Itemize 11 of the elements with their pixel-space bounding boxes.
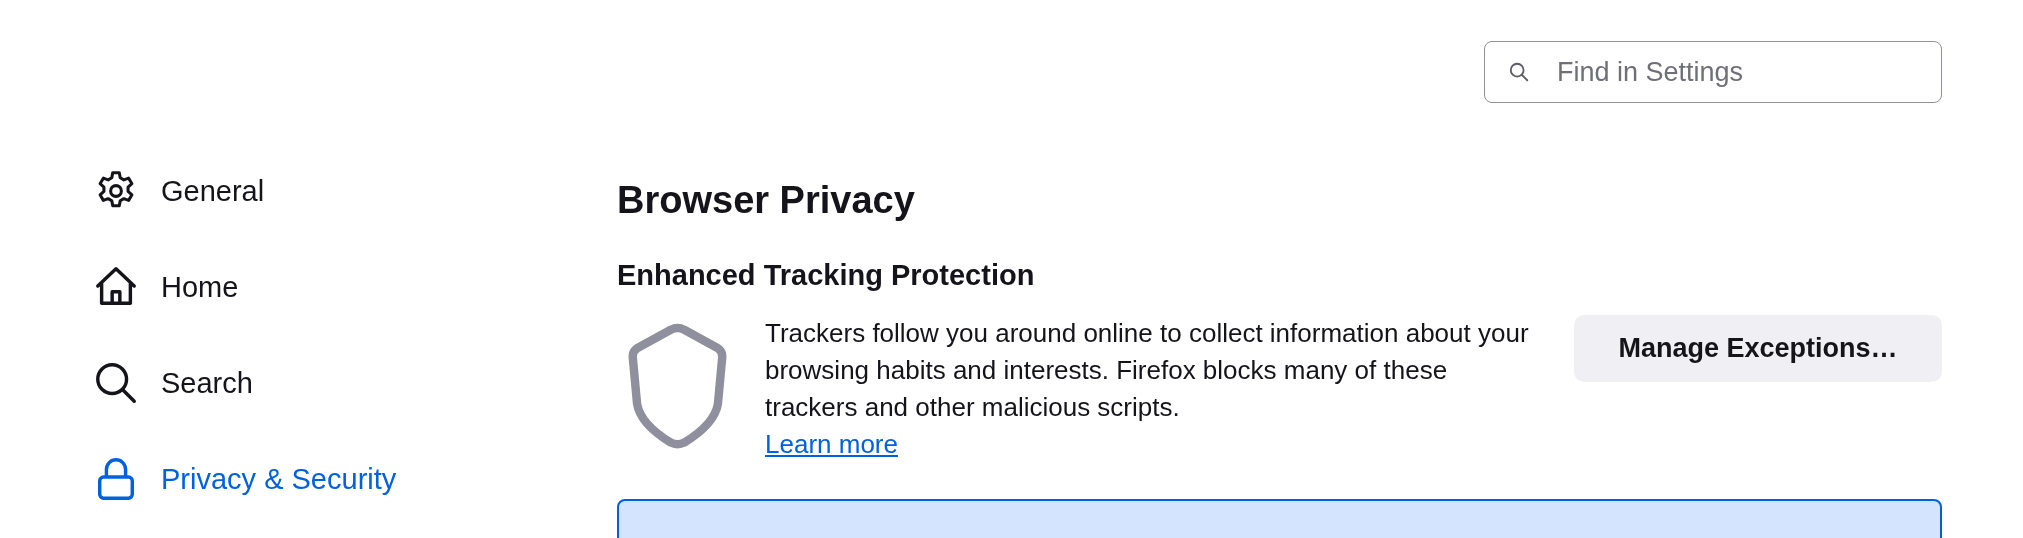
- sidebar-item[interactable]: Privacy & Security: [93, 452, 397, 506]
- sidebar-item[interactable]: General: [93, 164, 265, 218]
- search-field[interactable]: Find in Settings: [1484, 41, 1942, 103]
- section-title: Enhanced Tracking Protection: [617, 258, 1036, 293]
- learn-more-link[interactable]: Learn more: [765, 429, 898, 459]
- sidebar-item[interactable]: Search: [93, 356, 253, 410]
- sidebar-item[interactable]: Home: [93, 260, 239, 314]
- page-title: Browser Privacy: [617, 178, 916, 223]
- description-text: Trackers follow you around online to collect information about your browsing habits and interests. Firefox blocks many of these trackers and other malicious scripts. Learn more: [765, 317, 1530, 461]
- manage-exceptions-button[interactable]: Manage Exceptions…: [1574, 315, 1942, 382]
- search-icon: [93, 360, 139, 406]
